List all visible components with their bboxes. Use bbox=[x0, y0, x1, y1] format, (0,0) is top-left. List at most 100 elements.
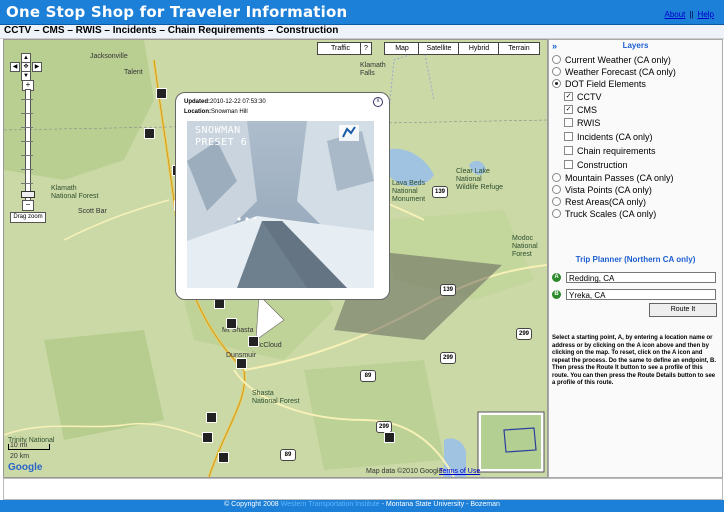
zoom-tick bbox=[21, 99, 33, 100]
start-point-input[interactable]: Redding, CA bbox=[566, 272, 716, 283]
zoom-slider-handle[interactable] bbox=[21, 191, 35, 198]
checkbox-icon[interactable]: ✓ bbox=[564, 92, 573, 102]
checkbox-icon[interactable] bbox=[564, 132, 573, 142]
status-strip bbox=[3, 478, 723, 500]
checkbox-icon[interactable] bbox=[564, 160, 573, 170]
map-type-hybrid[interactable]: Hybrid bbox=[458, 42, 500, 55]
radio-icon[interactable] bbox=[552, 209, 561, 219]
feature-list: CCTV – CMS – RWIS – Incidents – Chain Re… bbox=[4, 25, 339, 36]
traffic-help-button[interactable]: ? bbox=[360, 42, 372, 55]
layer-rwis[interactable]: RWIS bbox=[564, 118, 600, 129]
layer-incidents[interactable]: Incidents (CA only) bbox=[564, 132, 653, 143]
layer-label: Weather Forecast (CA only) bbox=[565, 67, 676, 77]
map-type-map[interactable]: Map bbox=[384, 42, 420, 55]
layer-label: Construction bbox=[577, 160, 628, 170]
camera-marker-icon[interactable] bbox=[248, 336, 259, 347]
layer-label: CCTV bbox=[577, 92, 602, 102]
camera-marker-icon[interactable] bbox=[384, 432, 395, 443]
camera-location: Location:Snowman Hill bbox=[184, 109, 248, 115]
camera-image[interactable]: SNOWMAN PRESET 6 bbox=[187, 121, 374, 288]
place-label-klamath-falls: Klamath Falls bbox=[360, 62, 386, 77]
scale-mi-label: 10 mi bbox=[10, 442, 28, 449]
app-header: One Stop Shop for Traveler Information A… bbox=[0, 0, 724, 25]
sidebar-panel: » Layers Current Weather (CA only) Weath… bbox=[548, 39, 723, 478]
layer-construction[interactable]: Construction bbox=[564, 160, 628, 171]
copyright: © Copyright 2008 bbox=[224, 501, 279, 508]
place-label-shasta-nf: Shasta National Forest bbox=[252, 390, 300, 405]
camera-overlay-line1: SNOWMAN bbox=[195, 125, 241, 136]
point-a-marker-icon[interactable]: A bbox=[552, 273, 561, 282]
place-label-talent: Talent bbox=[124, 69, 143, 76]
checkbox-icon[interactable] bbox=[564, 118, 573, 128]
camera-marker-icon[interactable] bbox=[202, 432, 213, 443]
layer-truck-scales[interactable]: Truck Scales (CA only) bbox=[552, 209, 656, 220]
route-shield: 89 bbox=[360, 370, 376, 382]
checkbox-icon[interactable]: ✓ bbox=[564, 105, 573, 115]
google-logo: Google bbox=[8, 462, 43, 473]
footer-text: © Copyright 2008 Western Transportation … bbox=[0, 501, 724, 508]
layer-current-weather[interactable]: Current Weather (CA only) bbox=[552, 55, 671, 66]
updated-value: 2010-12-22 07:53:30 bbox=[210, 99, 266, 105]
radio-icon[interactable] bbox=[552, 55, 561, 65]
route-it-button[interactable]: Route It bbox=[649, 303, 717, 317]
map-type-satellite[interactable]: Satellite bbox=[418, 42, 460, 55]
link-separator: || bbox=[689, 10, 694, 19]
camera-marker-icon[interactable] bbox=[236, 358, 247, 369]
zoom-tick bbox=[21, 113, 33, 114]
radio-icon[interactable] bbox=[552, 79, 561, 89]
radio-icon[interactable] bbox=[552, 173, 561, 183]
layer-weather-forecast[interactable]: Weather Forecast (CA only) bbox=[552, 67, 676, 78]
radio-icon[interactable] bbox=[552, 197, 561, 207]
feature-bar: CCTV – CMS – RWIS – Incidents – Chain Re… bbox=[0, 25, 724, 39]
camera-marker-icon[interactable] bbox=[206, 412, 217, 423]
zoom-tick bbox=[21, 141, 33, 142]
pan-right-icon[interactable]: ▶ bbox=[32, 62, 42, 72]
page-footer: © Copyright 2008 Western Transportation … bbox=[0, 500, 724, 512]
wti-link[interactable]: Western Transportation Institute bbox=[281, 501, 380, 508]
layer-chain-requirements[interactable]: Chain requirements bbox=[564, 146, 656, 157]
layer-mountain-passes[interactable]: Mountain Passes (CA only) bbox=[552, 173, 674, 184]
route-shield: 89 bbox=[280, 449, 296, 461]
location-value: Snowman Hill bbox=[211, 109, 248, 115]
msu-link[interactable]: Montana State University - Bozeman bbox=[386, 501, 500, 508]
end-point-input[interactable]: Yreka, CA bbox=[566, 289, 716, 300]
trip-planner-title: Trip Planner (Northern CA only) bbox=[575, 255, 696, 264]
camera-info-window: x Updated:2010-12-22 07:53:30 Location:S… bbox=[175, 92, 390, 300]
route-shield: 139 bbox=[440, 284, 456, 296]
layer-cms[interactable]: ✓ CMS bbox=[564, 105, 597, 116]
radio-icon[interactable] bbox=[552, 67, 561, 77]
camera-marker-icon[interactable] bbox=[226, 318, 237, 329]
layer-label: Vista Points (CA only) bbox=[565, 185, 652, 195]
map-view[interactable]: Traffic ? Map Satellite Hybrid Terrain ▲… bbox=[3, 39, 548, 478]
place-label-clear-lake: Clear Lake National Wildlife Refuge bbox=[456, 168, 504, 191]
map-attribution: Map data ©2010 Google bbox=[366, 468, 443, 475]
close-icon[interactable]: x bbox=[373, 97, 383, 107]
location-label: Location: bbox=[184, 109, 211, 115]
camera-marker-icon[interactable] bbox=[144, 128, 155, 139]
radio-icon[interactable] bbox=[552, 185, 561, 195]
place-label-jacksonville: Jacksonville bbox=[90, 53, 128, 60]
about-link[interactable]: About bbox=[664, 10, 685, 19]
layer-vista-points[interactable]: Vista Points (CA only) bbox=[552, 185, 652, 196]
camera-marker-icon[interactable] bbox=[156, 88, 167, 99]
layer-rest-areas[interactable]: Rest Areas(CA only) bbox=[552, 197, 646, 208]
place-label-lava-beds: Lava Beds National Monument bbox=[392, 180, 426, 203]
terms-link[interactable]: Terms of Use bbox=[439, 468, 480, 476]
zoom-out-button[interactable]: − bbox=[22, 200, 34, 211]
zoom-tick bbox=[21, 127, 33, 128]
layer-label: RWIS bbox=[577, 118, 601, 128]
map-type-traffic[interactable]: Traffic bbox=[317, 42, 364, 55]
pan-left-icon[interactable]: ◀ bbox=[10, 62, 20, 72]
help-link[interactable]: Help bbox=[698, 10, 714, 19]
map-type-terrain[interactable]: Terrain bbox=[498, 42, 540, 55]
zoom-tick bbox=[21, 155, 33, 156]
layer-cctv[interactable]: ✓ CCTV bbox=[564, 92, 602, 103]
place-label-klamath-nf: Klamath National Forest bbox=[51, 185, 99, 200]
layer-dot-field-elements[interactable]: DOT Field Elements bbox=[552, 79, 646, 90]
checkbox-icon[interactable] bbox=[564, 146, 573, 156]
drag-zoom-button[interactable]: Drag zoom bbox=[10, 212, 46, 223]
camera-marker-icon[interactable] bbox=[218, 452, 229, 463]
place-label-modoc: Modoc National Forest bbox=[512, 235, 538, 258]
point-b-marker-icon[interactable]: B bbox=[552, 290, 561, 299]
layer-label: Incidents (CA only) bbox=[577, 132, 653, 142]
